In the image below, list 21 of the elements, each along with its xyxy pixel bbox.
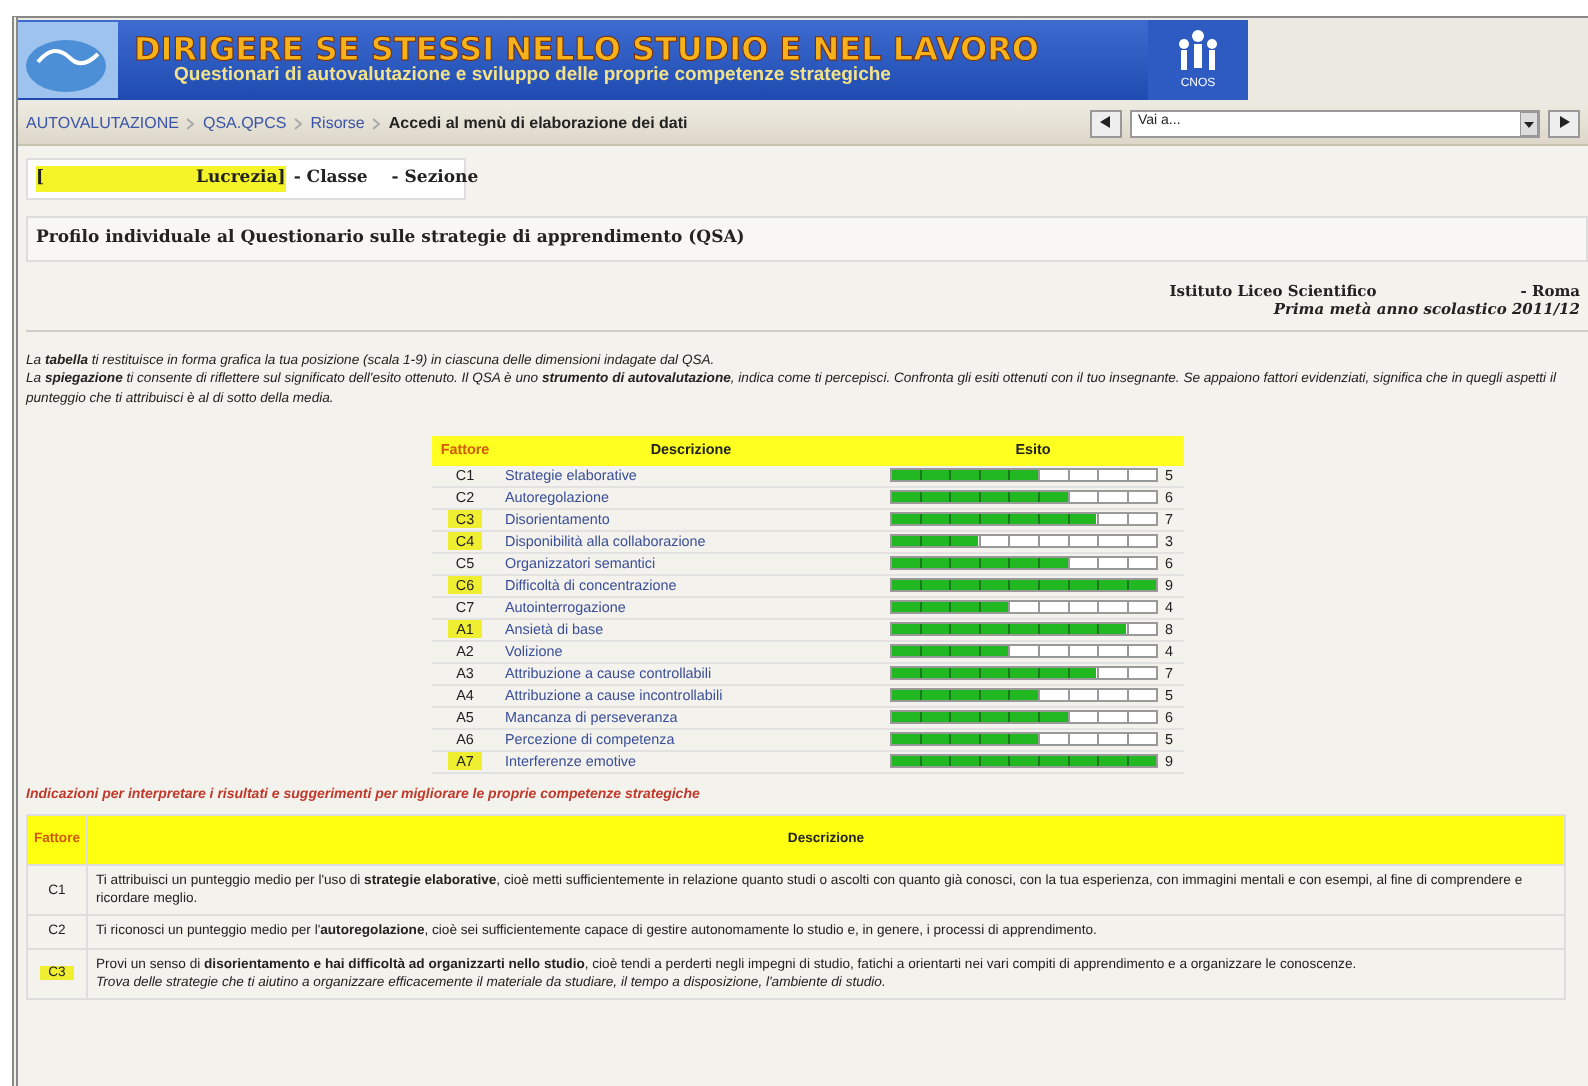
chevron-icon [294, 117, 303, 129]
banner-title: DIRIGERE SE STESSI NELLO STUDIO E NEL LAVORO [134, 33, 1039, 66]
breadcrumb-link[interactable]: AUTOVALUTAZIONE [26, 111, 179, 135]
section-label: - Sezione [391, 166, 479, 192]
globe-logo-icon [18, 22, 118, 98]
breadcrumb-link[interactable]: Accedi al menù di elaborazione dei dati [388, 111, 688, 135]
student-name: Lucrezia] [196, 166, 286, 192]
chevron-icon [372, 117, 381, 129]
breadcrumb-link[interactable]: Risorse [310, 111, 365, 135]
breadcrumb-link[interactable]: QSA.QPCS [202, 111, 287, 135]
dropdown-arrow-icon [1520, 111, 1538, 135]
page-heading: Profilo individuale al Questionario sulle strategie di apprendimento (QSA) [26, 215, 1588, 261]
previous-button[interactable] [1090, 109, 1122, 137]
bracket: [ [36, 166, 47, 192]
next-button[interactable] [1548, 109, 1580, 137]
left-arrow-icon [1100, 115, 1112, 128]
people-logo-icon [1176, 27, 1220, 75]
right-arrow-icon [1558, 115, 1570, 128]
chevron-icon [186, 117, 195, 129]
banner-subtitle: Questionari di autovalutazione e sviluppo delle proprie competenze strategiche [174, 65, 893, 87]
class-label: - Classe [293, 166, 368, 192]
